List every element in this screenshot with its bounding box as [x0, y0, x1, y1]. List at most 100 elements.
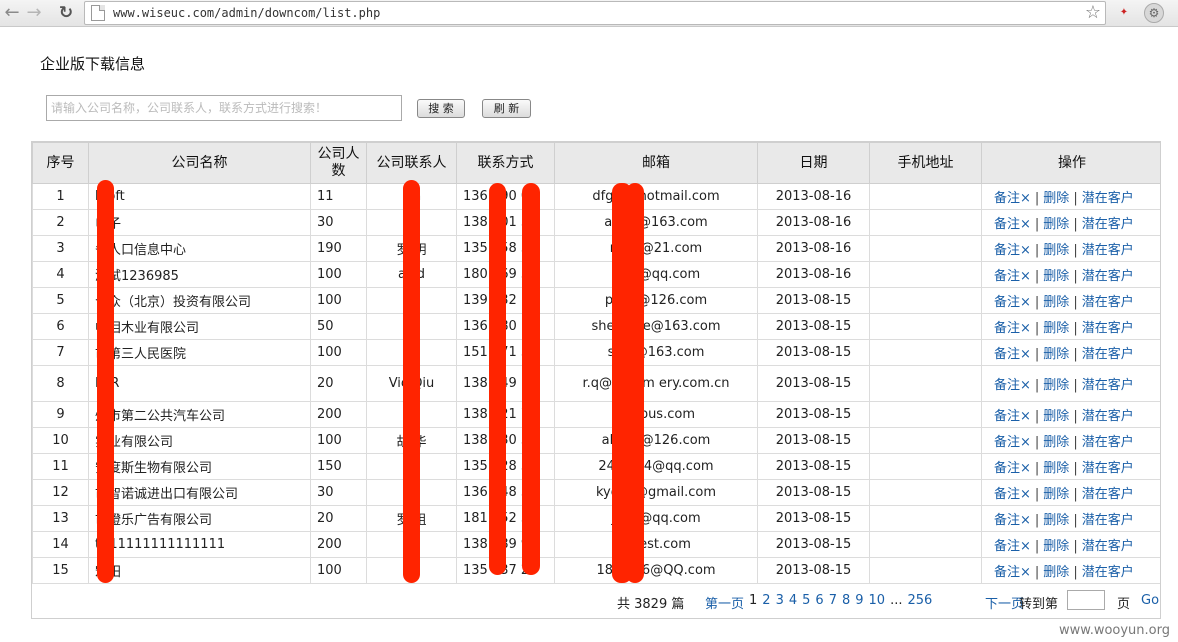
potential-customer-link[interactable]: 潜在客户 [1082, 435, 1134, 450]
cell-mobile-address [869, 365, 982, 402]
cell-date: 2013-08-15 [757, 313, 870, 340]
cell-actions: 备注× | 删除 | 潜在客户 [981, 365, 1160, 402]
remark-link[interactable]: 备注× [994, 243, 1031, 258]
cell-date: 2013-08-15 [757, 339, 870, 366]
reload-icon[interactable]: ↻ [56, 3, 76, 23]
potential-customer-link[interactable]: 潜在客户 [1082, 243, 1134, 258]
remark-link[interactable]: 备注× [994, 487, 1031, 502]
delete-link[interactable]: 删除 [1043, 269, 1069, 284]
header-contact: 公司联系人 [366, 142, 457, 184]
cell-size: 11 [310, 183, 367, 210]
potential-customer-link[interactable]: 潜在客户 [1082, 513, 1134, 528]
page-number-link[interactable]: 5 [802, 593, 810, 608]
remark-link[interactable]: 备注× [994, 378, 1031, 393]
delete-link[interactable]: 删除 [1043, 565, 1069, 580]
cell-email: kydi 8@gmail.com [554, 479, 758, 506]
refresh-button[interactable]: 刷 新 [482, 99, 531, 118]
back-arrow-icon[interactable]: ← [2, 3, 22, 23]
separator: | [1034, 321, 1040, 336]
delete-link[interactable]: 删除 [1043, 435, 1069, 450]
remark-link[interactable]: 备注× [994, 191, 1031, 206]
cell-mobile-address [869, 287, 982, 314]
table-row: 15 宏田100 生135 837 23185 756@QQ.com2013-0… [32, 557, 1160, 584]
goto-page-input[interactable] [1067, 590, 1105, 610]
first-page-link[interactable]: 第一页 [705, 593, 744, 612]
page-number-link[interactable]: 2 [762, 593, 770, 608]
separator: | [1034, 347, 1040, 362]
delete-link[interactable]: 删除 [1043, 513, 1069, 528]
page-number-link[interactable]: 7 [829, 593, 837, 608]
cell-actions: 备注× | 删除 | 潜在客户 [981, 401, 1160, 428]
potential-customer-link[interactable]: 潜在客户 [1082, 347, 1134, 362]
remark-link[interactable]: 备注× [994, 269, 1031, 284]
potential-customer-link[interactable]: 潜在客户 [1082, 461, 1134, 476]
page-number-link[interactable]: 6 [815, 593, 823, 608]
potential-customer-link[interactable]: 潜在客户 [1082, 378, 1134, 393]
last-page-link[interactable]: 256 [907, 593, 932, 608]
page-number-link[interactable]: 9 [855, 593, 863, 608]
potential-customer-link[interactable]: 潜在客户 [1082, 487, 1134, 502]
table-row: 2 电子30 杰138 601 30ara 1@163.com2013-08-1… [32, 209, 1160, 236]
remark-link[interactable]: 备注× [994, 217, 1031, 232]
potential-customer-link[interactable]: 潜在客户 [1082, 295, 1134, 310]
remark-link[interactable]: 备注× [994, 435, 1031, 450]
table-row: 12 市智诺诚进出口有限公司30 斌136 648 37kydi 8@gmail… [32, 479, 1160, 506]
delete-link[interactable]: 删除 [1043, 321, 1069, 336]
delete-link[interactable]: 删除 [1043, 191, 1069, 206]
potential-customer-link[interactable]: 潜在客户 [1082, 409, 1134, 424]
separator: | [1073, 243, 1078, 258]
cell-size: 200 [310, 531, 367, 558]
cell-actions: 备注× | 删除 | 潜在客户 [981, 453, 1160, 480]
potential-customer-link[interactable]: 潜在客户 [1082, 539, 1134, 554]
delete-link[interactable]: 删除 [1043, 539, 1069, 554]
potential-customer-link[interactable]: 潜在客户 [1082, 269, 1134, 284]
search-button[interactable]: 搜 索 [417, 99, 465, 118]
cell-no: 8 [32, 365, 89, 402]
delete-link[interactable]: 删除 [1043, 295, 1069, 310]
cell-company: 中泪木业有限公司 [88, 313, 311, 340]
header-date: 日期 [757, 142, 870, 184]
delete-link[interactable]: 删除 [1043, 409, 1069, 424]
cell-company: 电子 [88, 209, 311, 236]
go-button[interactable]: Go [1141, 593, 1159, 608]
redaction-mark [97, 180, 114, 583]
remark-link[interactable]: 备注× [994, 321, 1031, 336]
remark-link[interactable]: 备注× [994, 295, 1031, 310]
forward-arrow-icon[interactable]: → [24, 3, 44, 23]
remark-link[interactable]: 备注× [994, 539, 1031, 554]
page-number-link[interactable]: 3 [776, 593, 784, 608]
delete-link[interactable]: 删除 [1043, 378, 1069, 393]
delete-link[interactable]: 删除 [1043, 217, 1069, 232]
page-number-link[interactable]: 10 [869, 593, 886, 608]
delete-link[interactable]: 删除 [1043, 347, 1069, 362]
potential-customer-link[interactable]: 潜在客户 [1082, 565, 1134, 580]
search-input[interactable] [46, 95, 402, 121]
cell-email: shen uye@163.com [554, 313, 758, 340]
remark-link[interactable]: 备注× [994, 409, 1031, 424]
separator: | [1034, 217, 1040, 232]
delete-link[interactable]: 删除 [1043, 487, 1069, 502]
settings-icon[interactable]: ⚙ [1144, 3, 1164, 23]
bookmark-star-icon[interactable]: ☆ [1085, 3, 1101, 23]
delete-link[interactable]: 删除 [1043, 461, 1069, 476]
remark-link[interactable]: 备注× [994, 513, 1031, 528]
url-text[interactable]: www.wiseuc.com/admin/downcom/list.php [113, 6, 380, 20]
cell-date: 2013-08-15 [757, 505, 870, 532]
potential-customer-link[interactable]: 潜在客户 [1082, 191, 1134, 206]
potential-customer-link[interactable]: 潜在客户 [1082, 321, 1134, 336]
cell-no: 12 [32, 479, 89, 506]
page-number-link[interactable]: 8 [842, 593, 850, 608]
remark-link[interactable]: 备注× [994, 565, 1031, 580]
remark-link[interactable]: 备注× [994, 461, 1031, 476]
extension-icon[interactable]: ✦ [1114, 4, 1134, 22]
cell-date: 2013-08-15 [757, 427, 870, 454]
address-bar[interactable]: www.wiseuc.com/admin/downcom/list.php ☆ [84, 1, 1106, 25]
page-number-link[interactable]: 1 [749, 593, 757, 608]
cell-size: 200 [310, 401, 367, 428]
potential-customer-link[interactable]: 潜在客户 [1082, 217, 1134, 232]
delete-link[interactable]: 删除 [1043, 243, 1069, 258]
page-number-link[interactable]: 4 [789, 593, 797, 608]
cell-email: ji 29@qq.com [554, 505, 758, 532]
cell-no: 5 [32, 287, 89, 314]
remark-link[interactable]: 备注× [994, 347, 1031, 362]
